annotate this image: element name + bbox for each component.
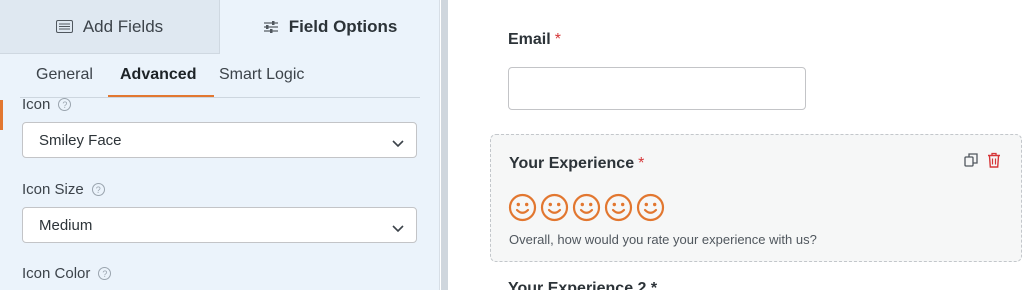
chevron-down-icon (392, 220, 404, 237)
icon-size-select-value: Medium (39, 216, 93, 234)
icon-size-select[interactable]: Medium (22, 207, 417, 243)
tab-add-fields-label: Add Fields (82, 16, 164, 36)
form-preview: Email * Your Experience * Overall, how wou… (448, 0, 1024, 290)
panel-tabs: Add Fields Field Options (0, 0, 439, 54)
icon-color-label-text: Icon Color (22, 265, 91, 282)
rating-description: Overall, how would you rate your experie… (509, 232, 817, 247)
rating-field-card[interactable]: Your Experience * Overall, how would you … (490, 134, 1022, 262)
subtab-smart-logic[interactable]: Smart Logic (219, 66, 304, 84)
required-marker: * (554, 31, 561, 48)
tab-field-options-label: Field Options (288, 17, 398, 36)
next-field-label: Your Experience 2 * (508, 280, 658, 290)
required-marker: * (638, 155, 645, 172)
help-icon[interactable]: ? (98, 267, 112, 280)
email-input[interactable] (508, 67, 806, 110)
smiley-icon[interactable] (636, 193, 665, 222)
help-icon[interactable]: ? (91, 183, 105, 196)
field-actions (964, 152, 1001, 173)
tab-add-fields[interactable]: Add Fields (0, 0, 220, 54)
icon-color-field-label: Icon Color ? (22, 265, 112, 282)
icon-size-label-text: Icon Size (22, 181, 84, 198)
rating-icons (508, 193, 665, 222)
subtab-advanced[interactable]: Advanced (120, 66, 196, 84)
panel-divider[interactable] (441, 0, 448, 290)
rating-label-text: Your Experience (509, 155, 635, 172)
field-options-panel: Add Fields Field Options General Advance… (0, 0, 440, 290)
icon-field-label-text: Icon (22, 96, 51, 113)
smiley-icon[interactable] (508, 193, 537, 222)
field-options-subtabs: General Advanced Smart Logic (20, 54, 420, 98)
icon-select[interactable]: Smiley Face (22, 122, 417, 158)
icon-size-field-label: Icon Size ? (22, 181, 105, 198)
smiley-icon[interactable] (604, 193, 633, 222)
email-label-text: Email (508, 31, 551, 48)
duplicate-icon[interactable] (964, 152, 979, 173)
subtab-general[interactable]: General (36, 66, 93, 84)
trash-icon[interactable] (987, 152, 1001, 173)
panel-accent-strip (0, 100, 3, 130)
list-icon (55, 20, 73, 33)
icon-field-label: Icon ? (22, 96, 72, 113)
help-icon[interactable]: ? (58, 98, 72, 111)
smiley-icon[interactable] (540, 193, 569, 222)
icon-select-value: Smiley Face (39, 131, 122, 149)
tab-field-options[interactable]: Field Options (220, 0, 439, 54)
email-field-label: Email * (508, 31, 561, 49)
rating-field-label: Your Experience * (509, 155, 644, 173)
sliders-icon (263, 20, 279, 34)
chevron-down-icon (392, 135, 404, 152)
smiley-icon[interactable] (572, 193, 601, 222)
active-subtab-indicator (108, 95, 214, 97)
